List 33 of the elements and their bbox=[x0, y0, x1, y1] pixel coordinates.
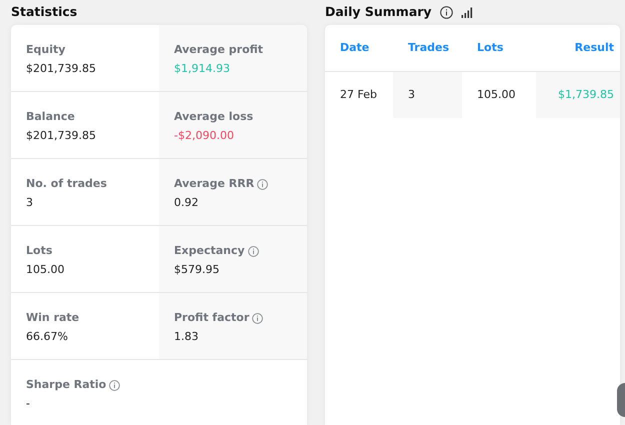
stat-value: $1,914.93 bbox=[174, 60, 230, 76]
stat-value: 0.92 bbox=[174, 194, 198, 210]
stat-value: -$2,090.00 bbox=[174, 128, 234, 144]
stat-label: Balance bbox=[26, 109, 75, 125]
table-cell: 3 bbox=[393, 72, 462, 118]
stat-label: Lots bbox=[26, 243, 52, 259]
table-cell-text: 105.00 bbox=[476, 86, 516, 103]
column-header[interactable]: Lots bbox=[462, 25, 536, 72]
stat-value: - bbox=[26, 396, 30, 412]
stat-label: Average RRR bbox=[174, 176, 254, 192]
stat-label: Expectancy bbox=[174, 243, 245, 259]
stat-label: Win rate bbox=[26, 310, 80, 326]
section-title: Statistics bbox=[11, 3, 78, 22]
stat-value: $579.95 bbox=[174, 262, 220, 278]
stat-value: 3 bbox=[26, 194, 33, 210]
stat-value: 66.67% bbox=[26, 328, 68, 344]
stat-label: Sharpe Ratio bbox=[26, 377, 106, 393]
column-header[interactable]: Date bbox=[325, 25, 393, 72]
stat-label: Equity bbox=[26, 42, 66, 58]
table-cell: $1,739.85 bbox=[536, 72, 620, 118]
stat-value: 1.83 bbox=[174, 328, 198, 344]
table-cell-text: 27 Feb bbox=[339, 86, 378, 103]
floating-button[interactable] bbox=[617, 383, 625, 417]
bar-chart-icon[interactable] bbox=[460, 7, 473, 18]
stat-value: 105.00 bbox=[26, 262, 64, 278]
stat-label: Profit factor bbox=[174, 310, 250, 326]
info-icon[interactable] bbox=[440, 6, 453, 19]
section-title: Daily Summary bbox=[325, 3, 432, 22]
stat-label: Average profit bbox=[174, 42, 264, 58]
stat-value: $201,739.85 bbox=[26, 60, 96, 76]
stat-value: $201,739.85 bbox=[26, 128, 96, 144]
stat-label: No. of trades bbox=[26, 176, 107, 192]
stat-label: Average loss bbox=[174, 109, 254, 125]
